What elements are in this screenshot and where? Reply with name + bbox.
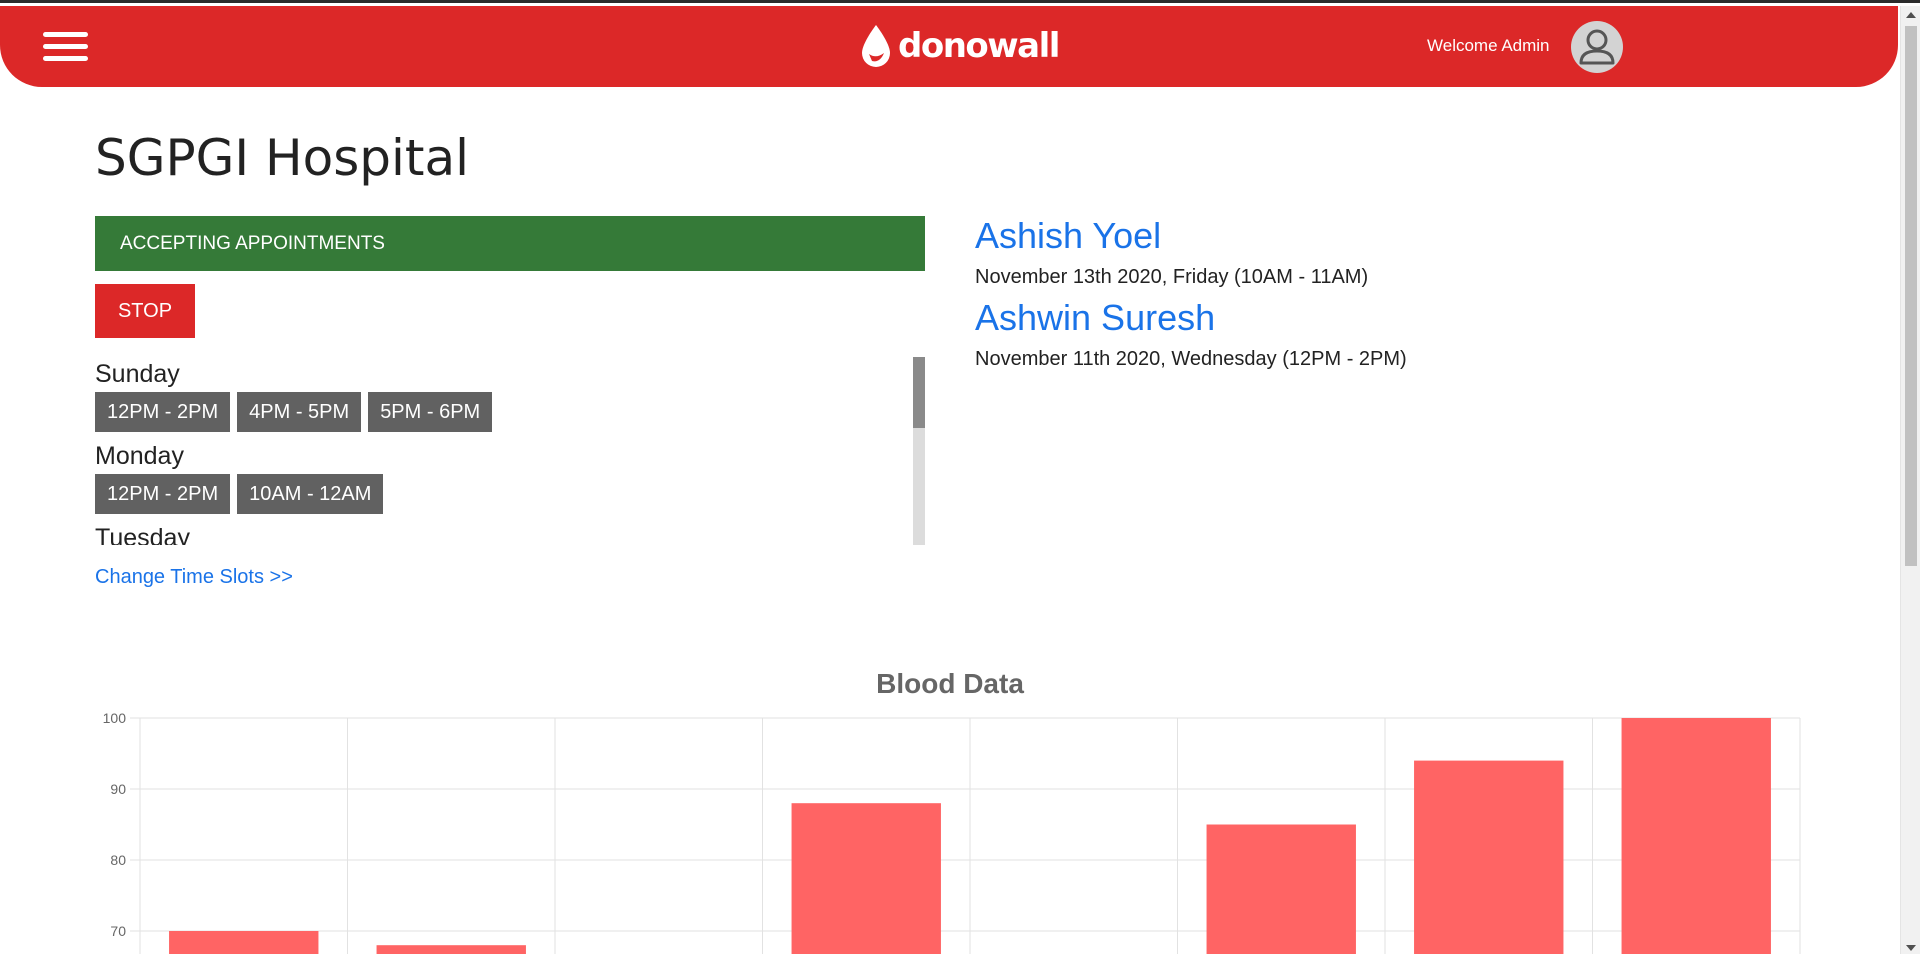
scroll-down-arrow-icon[interactable]	[1906, 945, 1916, 951]
scroll-up-arrow-icon[interactable]	[1906, 12, 1916, 18]
chart-bar	[1414, 760, 1564, 954]
hamburger-menu-icon[interactable]	[43, 32, 88, 62]
time-slots-panel: Sunday 12PM - 2PM 4PM - 5PM 5PM - 6PM Mo…	[95, 357, 925, 545]
time-slot-chip[interactable]: 12PM - 2PM	[95, 392, 231, 432]
slots-scrollbar-thumb[interactable]	[913, 357, 925, 428]
brand-logo[interactable]: donowall	[858, 21, 1060, 71]
y-axis-tick-label: 70	[110, 923, 126, 939]
y-axis-tick-label: 80	[110, 852, 126, 868]
appointment-status-banner: ACCEPTING APPOINTMENTS	[95, 216, 925, 271]
chart-bar	[376, 945, 526, 954]
appointment-donor-name[interactable]: Ashish Yoel	[975, 215, 1875, 257]
user-avatar-icon[interactable]	[1571, 21, 1623, 73]
day-label-tuesday: Tuesday	[95, 524, 190, 545]
day-label-sunday: Sunday	[95, 360, 180, 388]
page: donowall Welcome Admin SGPGI Hospital AC…	[0, 0, 1920, 954]
time-slot-chip[interactable]: 12PM - 2PM	[95, 474, 231, 514]
y-axis-tick-label: 100	[103, 710, 127, 726]
top-nav-bar: donowall Welcome Admin	[0, 6, 1898, 87]
appointments-list: Ashish Yoel November 13th 2020, Friday (…	[975, 215, 1875, 379]
time-slots-list: Sunday 12PM - 2PM 4PM - 5PM 5PM - 6PM Mo…	[95, 357, 907, 545]
slot-row-monday: 12PM - 2PM 10AM - 12AM	[95, 472, 907, 521]
appointment-time: November 13th 2020, Friday (10AM - 11AM)	[975, 266, 1369, 288]
appointment-donor-name[interactable]: Ashwin Suresh	[975, 297, 1875, 339]
blood-drop-icon	[862, 25, 890, 67]
chart-bar	[1206, 824, 1356, 954]
page-scrollbar[interactable]	[1900, 6, 1920, 954]
hospital-title: SGPGI Hospital	[95, 129, 470, 187]
chart-bar	[169, 931, 319, 954]
stop-button[interactable]: STOP	[95, 284, 195, 338]
change-time-slots-link[interactable]: Change Time Slots >>	[95, 566, 293, 589]
blood-data-chart: Blood Data 100 90 80 70	[0, 658, 1900, 954]
brand-name: donowall	[898, 26, 1060, 66]
time-slot-chip[interactable]: 4PM - 5PM	[237, 392, 362, 432]
appointment-time: November 11th 2020, Wednesday (12PM - 2P…	[975, 348, 1407, 370]
welcome-text: Welcome Admin	[1427, 36, 1550, 55]
chart-bar	[791, 803, 941, 954]
slot-row-sunday: 12PM - 2PM 4PM - 5PM 5PM - 6PM	[95, 390, 907, 439]
time-slot-chip[interactable]: 5PM - 6PM	[368, 392, 493, 432]
y-axis-tick-label: 90	[110, 781, 126, 797]
scrollbar-thumb[interactable]	[1905, 26, 1917, 566]
day-label-monday: Monday	[95, 442, 184, 470]
chart-plot: 100 90 80 70	[103, 710, 1801, 954]
slots-scrollbar[interactable]	[913, 357, 925, 545]
chart-bar	[1621, 718, 1771, 954]
time-slot-chip[interactable]: 10AM - 12AM	[237, 474, 384, 514]
